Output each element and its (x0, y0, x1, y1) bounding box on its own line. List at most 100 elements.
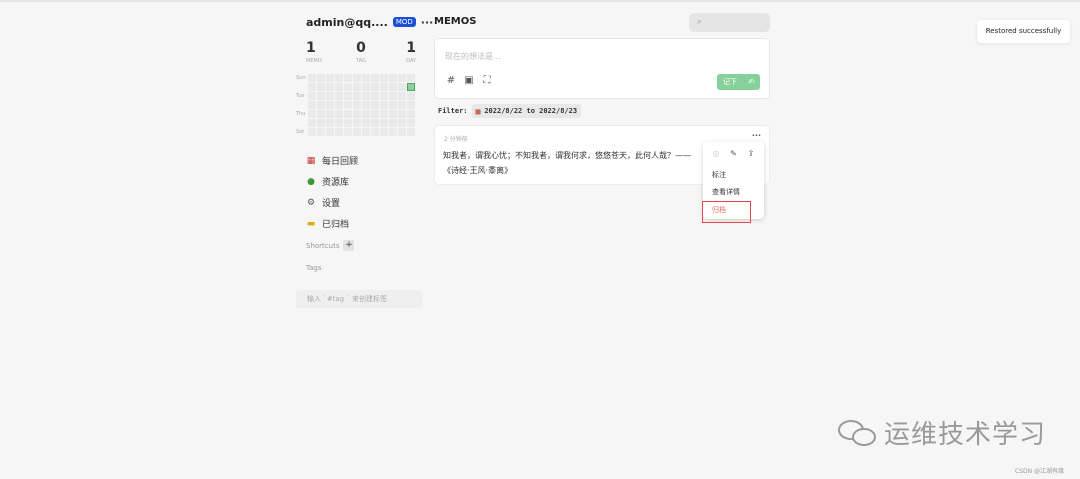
heatmap-cell (407, 101, 415, 109)
date-filter-chip[interactable]: ▦ 2022/8/22 to 2022/8/23 (471, 104, 582, 118)
heatmap-cell (353, 83, 361, 91)
fullscreen-icon[interactable]: ⛶ (481, 75, 493, 86)
stat-tag[interactable]: 0 TAG (343, 40, 380, 64)
credit-text: CSDN @江湖有缘 (1015, 468, 1065, 475)
filter-label: Filter: (438, 107, 468, 115)
heatmap-cell (353, 119, 361, 127)
heatmap-cell (407, 119, 415, 127)
heatmap-cell (380, 119, 388, 127)
heatmap-cell (362, 128, 370, 136)
heatmap-cell (326, 110, 334, 118)
memo-timestamp: 2 分钟前 (444, 136, 468, 143)
heatmap-cell (317, 92, 325, 100)
username[interactable]: admin@qq.... (306, 16, 388, 29)
heatmap-cell (335, 101, 343, 109)
heatmap-cell (326, 119, 334, 127)
edit-icon[interactable]: ✎ (729, 149, 739, 158)
top-divider (0, 0, 1080, 2)
sidebar-item-archived[interactable]: ▬ 已归档 (306, 213, 358, 234)
heatmap-cell (317, 74, 325, 82)
menu-icon-row: ◎ ✎ ⇪ (703, 142, 764, 158)
heatmap-cell (344, 119, 352, 127)
heatmap-weekdays: Sun Tue Thu Sat (296, 74, 308, 138)
stat-day-value: 1 (406, 40, 417, 56)
shortcuts-title: Shortcuts (306, 241, 340, 250)
role-badge: MOD (392, 17, 416, 27)
menu-item-mark[interactable]: 标注 (712, 170, 726, 180)
heatmap-cell (398, 83, 406, 91)
heatmap-cell (308, 74, 316, 82)
heatmap-cell (353, 101, 361, 109)
gear-icon: ⚙ (306, 197, 316, 208)
tags-title: Tags (306, 264, 322, 272)
user-menu-button[interactable]: ··· (421, 16, 434, 29)
folder-icon: ▬ (306, 218, 316, 229)
memo-editor[interactable]: 现在的想法是... # ▣ ⛶ 记下 ✍ (434, 38, 770, 99)
heatmap-cell (398, 74, 406, 82)
memo-more-button[interactable]: ··· (752, 131, 761, 140)
heatmap-cell (389, 128, 397, 136)
heatmap-cell (326, 92, 334, 100)
share-icon[interactable]: ⇪ (746, 149, 756, 158)
stat-memo[interactable]: 1 MEMO (306, 40, 343, 64)
sidebar-item-label: 资源库 (322, 178, 350, 188)
heatmap-cell (362, 92, 370, 100)
pin-icon[interactable]: ◎ (711, 149, 721, 158)
heatmap-cell (362, 74, 370, 82)
stat-tag-value: 0 (356, 40, 366, 56)
heatmap-cell (353, 74, 361, 82)
heatmap-cell (362, 83, 370, 91)
heatmap-cell (407, 83, 415, 91)
editor-placeholder: 现在的想法是... (445, 52, 501, 61)
watermark-text: 运维技术学习 (884, 420, 1047, 450)
resources-icon: ● (307, 176, 315, 187)
heatmap-cell (362, 119, 370, 127)
heatmap-cell (380, 110, 388, 118)
wechat-icon (836, 417, 880, 449)
heatmap-cell (326, 128, 334, 136)
heatmap-cell (308, 110, 316, 118)
heatmap-cell (344, 101, 352, 109)
heatmap-cell (389, 110, 397, 118)
heatmap-cell (362, 101, 370, 109)
heatmap-cell (317, 128, 325, 136)
sidebar: admin@qq.... MOD ··· 1 MEMO 0 TAG 1 DAY … (296, 10, 433, 308)
heatmap-cell (371, 119, 379, 127)
menu-item-view-details[interactable]: 查看详情 (712, 187, 740, 197)
heatmap-cell (308, 92, 316, 100)
heatmap-cell (344, 110, 352, 118)
heatmap-cell (389, 101, 397, 109)
stat-day[interactable]: 1 DAY (379, 40, 416, 64)
add-shortcut-button[interactable]: + (343, 240, 355, 251)
heatmap-cell (380, 83, 388, 91)
heatmap-cell (335, 128, 343, 136)
heatmap-cell (398, 119, 406, 127)
weekday-sat: Sat (296, 129, 305, 135)
heatmap-cell (371, 83, 379, 91)
heatmap-cell (407, 110, 415, 118)
sidebar-item-settings[interactable]: ⚙ 设置 (306, 192, 358, 213)
user-banner[interactable]: admin@qq.... MOD ··· (296, 10, 433, 34)
sidebar-item-resources[interactable]: ● 资源库 (306, 171, 358, 192)
stat-tag-label: TAG (356, 58, 366, 64)
save-memo-button[interactable]: 记下 ✍ (717, 74, 760, 90)
sidebar-item-daily-review[interactable]: ▦ 每日回顾 (306, 150, 358, 171)
heatmap-cell (398, 92, 406, 100)
heatmap-cell (326, 101, 334, 109)
heatmap-cell (371, 101, 379, 109)
hashtag-icon[interactable]: # (445, 75, 457, 86)
tag-hint: 输入 `#tag ` 来创建标签 (296, 290, 422, 308)
heatmap-cell (398, 128, 406, 136)
heatmap-cell (344, 74, 352, 82)
heatmap-cell (344, 92, 352, 100)
heatmap-cell (380, 92, 388, 100)
heatmap-cell (389, 92, 397, 100)
heatmap-cell (353, 92, 361, 100)
heatmap-cell (362, 110, 370, 118)
heatmap-cell (398, 101, 406, 109)
image-icon[interactable]: ▣ (463, 75, 475, 86)
filter-bar: Filter: ▦ 2022/8/22 to 2022/8/23 (438, 104, 582, 118)
search-input[interactable]: ⌕ (689, 13, 770, 32)
sidebar-nav: ▦ 每日回顾 ● 资源库 ⚙ 设置 ▬ 已归档 (306, 150, 358, 234)
memo-content: 知我者，谓我心忧；不知我者，谓我何求，悠悠苍天，此何人哉？——《诗经·王风·黍离… (443, 151, 691, 175)
